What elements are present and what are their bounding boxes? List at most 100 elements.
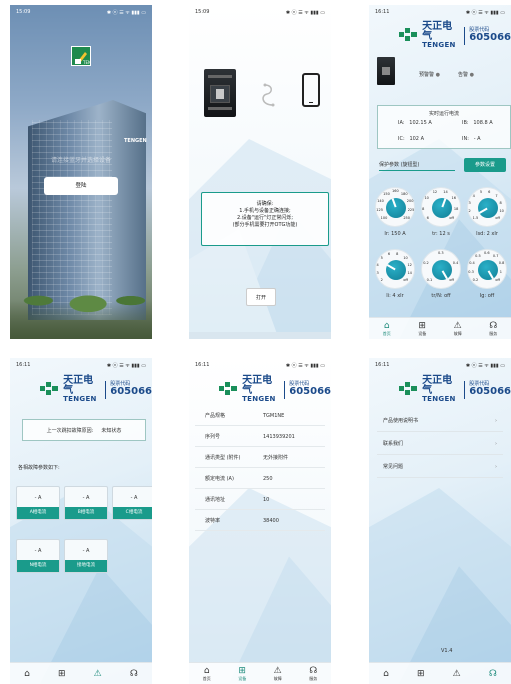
breaker-icon	[377, 57, 395, 85]
gauge-tick-label: 100	[380, 216, 388, 221]
rotary-gauge[interactable]: 6 8 10 12 14 16 18 off	[421, 187, 461, 227]
brand-logo: 天正电气 TENGEN 股票代码 605066	[40, 376, 152, 403]
fault-screen: 16:11 ✱ ⓝ ☰ ᯤ ▮▮▮ ▭ 天正电气 TENGEN 股票代码 60506…	[10, 358, 152, 684]
login-button[interactable]: 登陆	[44, 177, 118, 195]
warning-icon: ⚠	[453, 320, 462, 331]
nav-home[interactable]: ⌂	[383, 669, 389, 679]
param-select[interactable]: 保护参数 (旋钮型)	[379, 161, 455, 171]
phone-icon	[302, 73, 320, 107]
gauge-tick-label: 4	[376, 262, 379, 267]
last-fault-card: 上一次跳扣故障原因: 未知状态	[22, 419, 146, 441]
gauge-tick-label: 1.5	[472, 216, 479, 221]
gauge-tick-label: 10	[403, 255, 408, 260]
nav-device[interactable]: ⊞ 设备	[238, 666, 246, 682]
menu-faq[interactable]: 常见问题 ›	[377, 456, 503, 478]
instructions-line-2: 2.设备"运行"灯正常闪烁;	[236, 215, 294, 221]
svg-text:TEN: TEN	[82, 60, 91, 65]
chevron-right-icon: ›	[495, 417, 497, 424]
tile-b-phase: - A B相电流	[64, 486, 108, 520]
rotary-gauge[interactable]: 0.1 0.2 0.3 0.4 off	[421, 249, 461, 289]
tile-ground: - A 接地电流	[64, 539, 108, 573]
nav-fault[interactable]: ⚠	[94, 669, 102, 679]
ic-value: 102 A	[409, 136, 424, 142]
gauge-tick-label: 250	[403, 216, 410, 221]
gauge-tick-label: 12	[407, 262, 412, 267]
nav-device[interactable]: ⊞	[417, 669, 425, 679]
gauge-tick-label: 6	[387, 251, 391, 256]
gauge-tick-label: 2	[380, 278, 383, 283]
gauge-tick-label: 16	[451, 196, 457, 201]
menu-manual[interactable]: 产品使用说明书 ›	[377, 410, 503, 432]
nav-service[interactable]: ☊	[489, 669, 497, 679]
warning-icon: ⚠	[93, 668, 102, 679]
gauge-tick-label: off	[495, 216, 500, 221]
grid-icon: ⊞	[416, 668, 425, 679]
tengen-logo-icon	[40, 381, 59, 398]
gauge-tick-label: 3	[468, 200, 471, 205]
gauge-label: Ii: 4 xIr	[386, 293, 404, 299]
last-fault-label: 上一次跳扣故障原因:	[46, 427, 94, 434]
gauge-tick-label: 0.3	[438, 251, 444, 255]
nav-fault[interactable]: ⚠	[453, 669, 461, 679]
connect-instructions: 请确保: 1.手机与设备正确连接; 2.设备"运行"灯正常闪烁; (部分手机需要…	[201, 192, 329, 246]
ia-value: 102.15 A	[409, 120, 432, 126]
gauge-tick-label: 140	[377, 198, 384, 203]
status-icons: ✱ ⓝ ☰ ᯤ ▮▮▮ ▭	[285, 9, 325, 16]
gauge-tick-label: 5	[380, 255, 383, 260]
gauge-label: Ir: 150 A	[384, 231, 406, 237]
nav-device[interactable]: ⊞	[58, 669, 66, 679]
ia-label: IA:	[398, 120, 405, 126]
gauge-tick-label: 150	[383, 191, 390, 196]
tengen-logo-icon	[399, 381, 418, 398]
ic-label: IC:	[398, 136, 405, 142]
status-time: 15:09	[195, 9, 210, 15]
gauge-tick-label: 7	[495, 193, 498, 198]
nav-device[interactable]: ⊞ 设备	[418, 321, 426, 337]
status-bar: 16:11 ✱ ⓝ ☰ ᯤ ▮▮▮ ▭	[369, 358, 511, 372]
brand-cn: 天正电气	[242, 375, 273, 396]
nav-service[interactable]: ☊	[130, 669, 138, 679]
nav-fault[interactable]: ⚠ 故障	[274, 666, 282, 682]
rotary-gauge[interactable]: 0.2 0.3 0.4 0.5 0.6 0.7 0.8 1 off	[467, 249, 507, 289]
open-button[interactable]: 打开	[246, 288, 276, 306]
menu-contact[interactable]: 联系我们 ›	[377, 433, 503, 455]
nav-home[interactable]: ⌂	[24, 669, 30, 679]
gauge-tick-label: 125	[376, 208, 383, 213]
home-icon: ⌂	[24, 668, 30, 679]
brand-en: TENGEN	[63, 395, 97, 403]
param-settings-button[interactable]: 参数设置	[464, 158, 506, 172]
nav-home[interactable]: ⌂ 首页	[383, 321, 391, 337]
gauge-tick-label: 0.5	[475, 253, 481, 258]
chevron-right-icon: ›	[495, 440, 497, 447]
stock-code: 605066	[110, 385, 152, 397]
login-overlay-text: 请连接蓝牙并选择设备	[50, 157, 111, 164]
gauge-tick-label: 5	[479, 189, 483, 194]
brand-cn: 天正电气	[63, 375, 94, 396]
gauge-label: Isd: 2 xIr	[476, 231, 498, 237]
gauge-tick-label: off	[449, 278, 454, 283]
status-bar: 15:09 ✱ ⓝ ☰ ᯤ ▮▮▮ ▭	[189, 5, 331, 19]
stock-code: 605066	[469, 31, 511, 43]
home-icon: ⌂	[383, 320, 390, 331]
gauge-tick-label: 180	[400, 191, 408, 196]
gauge-label: Ig: off	[479, 293, 495, 299]
ib-label: IB:	[462, 120, 469, 126]
bottom-bar	[189, 332, 331, 339]
nav-service[interactable]: ☊ 服务	[309, 666, 317, 682]
gauge-label: tr: 12 s	[432, 231, 450, 237]
app-logo-icon: TEN	[71, 46, 91, 66]
info-row: 通讯地址 10	[195, 490, 325, 510]
login-screen: 15:09 ✱ ⓝ ☰ ᯤ ▮▮▮ ▭ TENGEN TEN 请连接蓝牙并选择设…	[10, 5, 152, 339]
tile-n-phase: - A N相电流	[16, 539, 60, 573]
gauge-tick-label: 4	[472, 193, 475, 198]
chevron-right-icon: ›	[495, 463, 497, 470]
nav-fault[interactable]: ⚠ 故障	[454, 321, 462, 337]
nav-service[interactable]: ☊ 服务	[489, 321, 497, 337]
nav-home[interactable]: ⌂ 首页	[203, 666, 211, 682]
rotary-gauge[interactable]: 1.5 2 3 4 5 6 7 8 10 off	[467, 187, 507, 227]
rotary-gauge[interactable]: 2 3 4 5 6 8 10 12 14 off	[375, 249, 415, 289]
rotary-gauge[interactable]: 100 125 140 150 160 180 200 225 250	[375, 187, 415, 227]
ib-value: 108.8 A	[473, 120, 493, 126]
gauge-knob	[478, 198, 498, 218]
gauge-tick-label: 10	[424, 196, 429, 201]
